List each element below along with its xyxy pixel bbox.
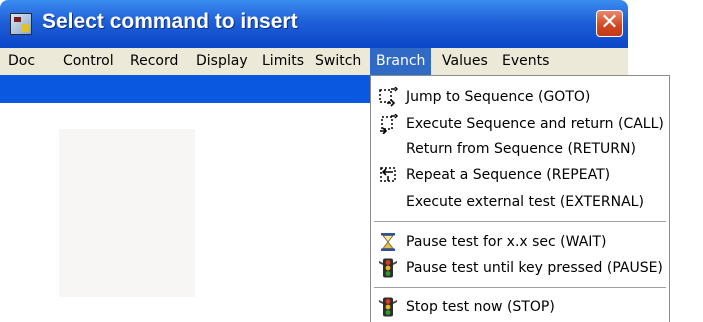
menu-events[interactable]: Events xyxy=(496,48,555,75)
menu-item-label: Stop test now (STOP) xyxy=(406,299,555,315)
menu-item-label: Execute Sequence and return (CALL) xyxy=(406,116,664,132)
menu-item-call[interactable]: Execute Sequence and return (CALL) xyxy=(371,112,669,136)
hourglass-icon xyxy=(381,233,395,251)
menu-item-repeat[interactable]: Repeat a Sequence (REPEAT) xyxy=(371,163,669,187)
menu-item-label: Pause test until key pressed (PAUSE) xyxy=(406,260,663,276)
menu-limits[interactable]: Limits xyxy=(256,48,310,75)
menu-item-external[interactable]: Execute external test (EXTERNAL) xyxy=(371,190,669,214)
menu-doc[interactable]: Doc xyxy=(2,48,41,75)
traffic-light-icon xyxy=(379,297,397,317)
menu-item-label: Jump to Sequence (GOTO) xyxy=(406,89,591,105)
menu-branch[interactable]: Branch xyxy=(370,48,432,75)
menu-item-goto[interactable]: Jump to Sequence (GOTO) xyxy=(371,85,669,109)
title-bar[interactable]: Select command to insert ✕ xyxy=(0,0,628,48)
menu-separator xyxy=(374,287,666,289)
menu-separator xyxy=(374,221,666,223)
repeat-icon xyxy=(380,167,396,182)
menu-item-stop[interactable]: Stop test now (STOP) xyxy=(371,295,669,319)
menu-item-label: Return from Sequence (RETURN) xyxy=(406,141,636,157)
app-icon xyxy=(10,13,32,35)
close-icon: ✕ xyxy=(600,10,619,35)
menu-item-label: Repeat a Sequence (REPEAT) xyxy=(406,167,611,183)
call-icon xyxy=(380,114,398,134)
jump-icon xyxy=(379,87,398,107)
menu-values[interactable]: Values xyxy=(436,48,494,75)
menu-item-pause[interactable]: Pause test until key pressed (PAUSE) xyxy=(371,256,669,280)
menu-bar: Doc Control Record Display Limits Switch… xyxy=(0,48,628,75)
menu-record[interactable]: Record xyxy=(124,48,184,75)
canvas-area xyxy=(59,129,195,297)
menu-item-label: Execute external test (EXTERNAL) xyxy=(406,194,644,210)
window-title: Select command to insert xyxy=(42,10,298,33)
menu-switch[interactable]: Switch xyxy=(309,48,367,75)
menu-item-return[interactable]: Return from Sequence (RETURN) xyxy=(371,137,669,161)
close-button[interactable]: ✕ xyxy=(596,10,623,37)
menu-item-label: Pause test for x.x sec (WAIT) xyxy=(406,234,607,250)
menu-display[interactable]: Display xyxy=(190,48,254,75)
menu-item-wait[interactable]: Pause test for x.x sec (WAIT) xyxy=(371,230,669,254)
traffic-light-icon xyxy=(379,258,397,278)
menu-control[interactable]: Control xyxy=(57,48,120,75)
branch-dropdown-menu: Jump to Sequence (GOTO) Execute Sequence… xyxy=(370,75,670,322)
